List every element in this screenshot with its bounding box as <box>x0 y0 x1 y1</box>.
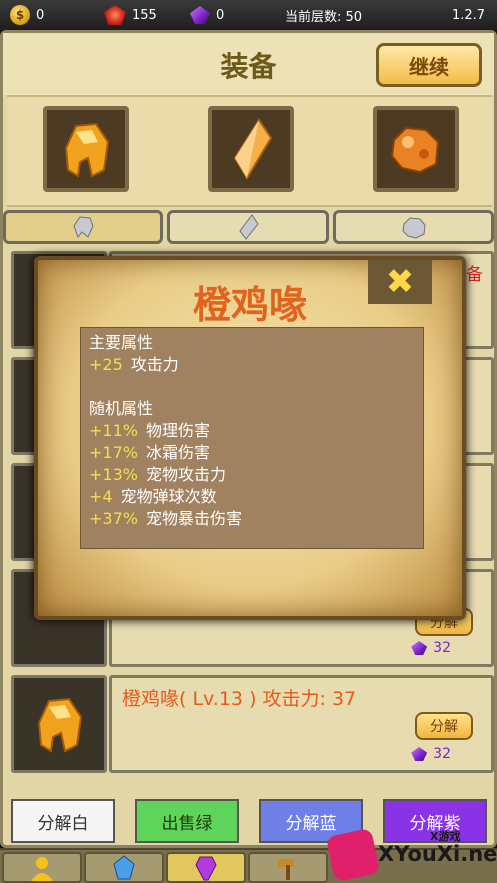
decompose-white-button[interactable]: 分解白 <box>11 799 115 843</box>
ruby-counter: 155 <box>104 5 157 25</box>
gamepad-logo-icon <box>325 827 381 883</box>
purple-gem-icon <box>411 641 428 655</box>
decompose-button[interactable]: 分解 <box>415 712 473 740</box>
coin-count: 0 <box>36 7 45 23</box>
hammer-icon <box>278 858 294 880</box>
item-price: 32 <box>411 640 451 656</box>
orange-rock-gem-icon <box>390 126 440 174</box>
coin-counter: $ 0 <box>10 5 44 25</box>
coin-icon: $ <box>10 5 30 25</box>
person-icon <box>31 856 53 881</box>
blue-gem-icon <box>113 854 135 879</box>
orange-helmet-gem-icon <box>37 697 83 753</box>
gem-counter: 0 <box>190 5 224 25</box>
random-stat-row: +11% 物理伤害 <box>89 421 210 440</box>
sell-green-button[interactable]: 出售绿 <box>135 799 239 843</box>
item-info: 橙鸡喙( Lv.13 ) 攻击力: 37 分解 32 <box>109 675 494 773</box>
nav-shop[interactable] <box>248 852 328 883</box>
shard-crystal-icon <box>239 214 259 240</box>
ruby-icon <box>104 5 126 25</box>
stats-box: 主要属性 +25 攻击力 随机属性 +11% 物理伤害 +17% 冰霜伤害 +13% 宠… <box>80 327 424 549</box>
equip-slot-armor[interactable] <box>373 106 459 192</box>
floor-label: 当前层数: 50 <box>285 9 363 25</box>
nav-gems[interactable] <box>84 852 164 883</box>
item-name: 橙鸡喙( Lv.13 ) 攻击力: 37 <box>122 688 357 710</box>
watermark-site: XYouXi.net <box>378 842 497 866</box>
random-stat-row: +13% 宠物攻击力 <box>89 465 226 484</box>
close-icon: ✖ <box>385 262 415 302</box>
item-thumb <box>11 675 107 773</box>
panel-header: 装备 继续 <box>3 33 494 95</box>
top-status-bar: $ 0 155 0 当前层数: 50 1.2.7 <box>0 0 497 30</box>
purple-gem-icon <box>190 6 210 24</box>
equip-slot-helmet[interactable] <box>43 106 129 192</box>
close-button[interactable]: ✖ <box>368 260 432 304</box>
random-stat-row: +4 宠物弹球次数 <box>89 487 217 506</box>
rock-crystal-icon <box>401 217 426 239</box>
category-tabs <box>3 210 494 246</box>
tab-armor[interactable] <box>333 210 494 244</box>
orange-helmet-gem-icon <box>64 122 110 178</box>
tab-weapon[interactable] <box>167 210 329 244</box>
random-stat-row: +37% 宠物暴击伤害 <box>89 509 242 528</box>
equipped-slots <box>7 95 492 207</box>
version-label: 1.2.7 <box>452 7 486 23</box>
main-stat-row: +25 攻击力 <box>89 355 179 374</box>
continue-button[interactable]: 继续 <box>376 43 482 87</box>
random-stats-header: 随机属性 <box>89 399 154 418</box>
ruby-count: 155 <box>132 7 157 23</box>
site-watermark: X游戏 XYouXi.net <box>325 826 497 883</box>
equip-slot-weapon[interactable] <box>208 106 294 192</box>
random-stat-row: +17% 冰霜伤害 <box>89 443 210 462</box>
item-price: 32 <box>411 746 451 762</box>
item-detail-popup: 橙鸡喙 ✖ 主要属性 +25 攻击力 随机属性 +11% 物理伤害 +17% 冰霜伤害… <box>34 256 466 620</box>
nav-character[interactable] <box>2 852 82 883</box>
helmet-crystal-icon <box>73 216 94 239</box>
main-stats-header: 主要属性 <box>89 333 154 352</box>
tab-helmet[interactable] <box>3 210 163 244</box>
purple-gem-icon <box>195 856 217 880</box>
purple-gem-icon <box>411 747 428 761</box>
nav-equipment[interactable] <box>166 852 246 883</box>
list-item[interactable]: 橙鸡喙( Lv.13 ) 攻击力: 37 分解 32 <box>9 675 494 775</box>
gem-count: 0 <box>216 7 225 23</box>
orange-crystal-shard-icon <box>233 118 273 180</box>
